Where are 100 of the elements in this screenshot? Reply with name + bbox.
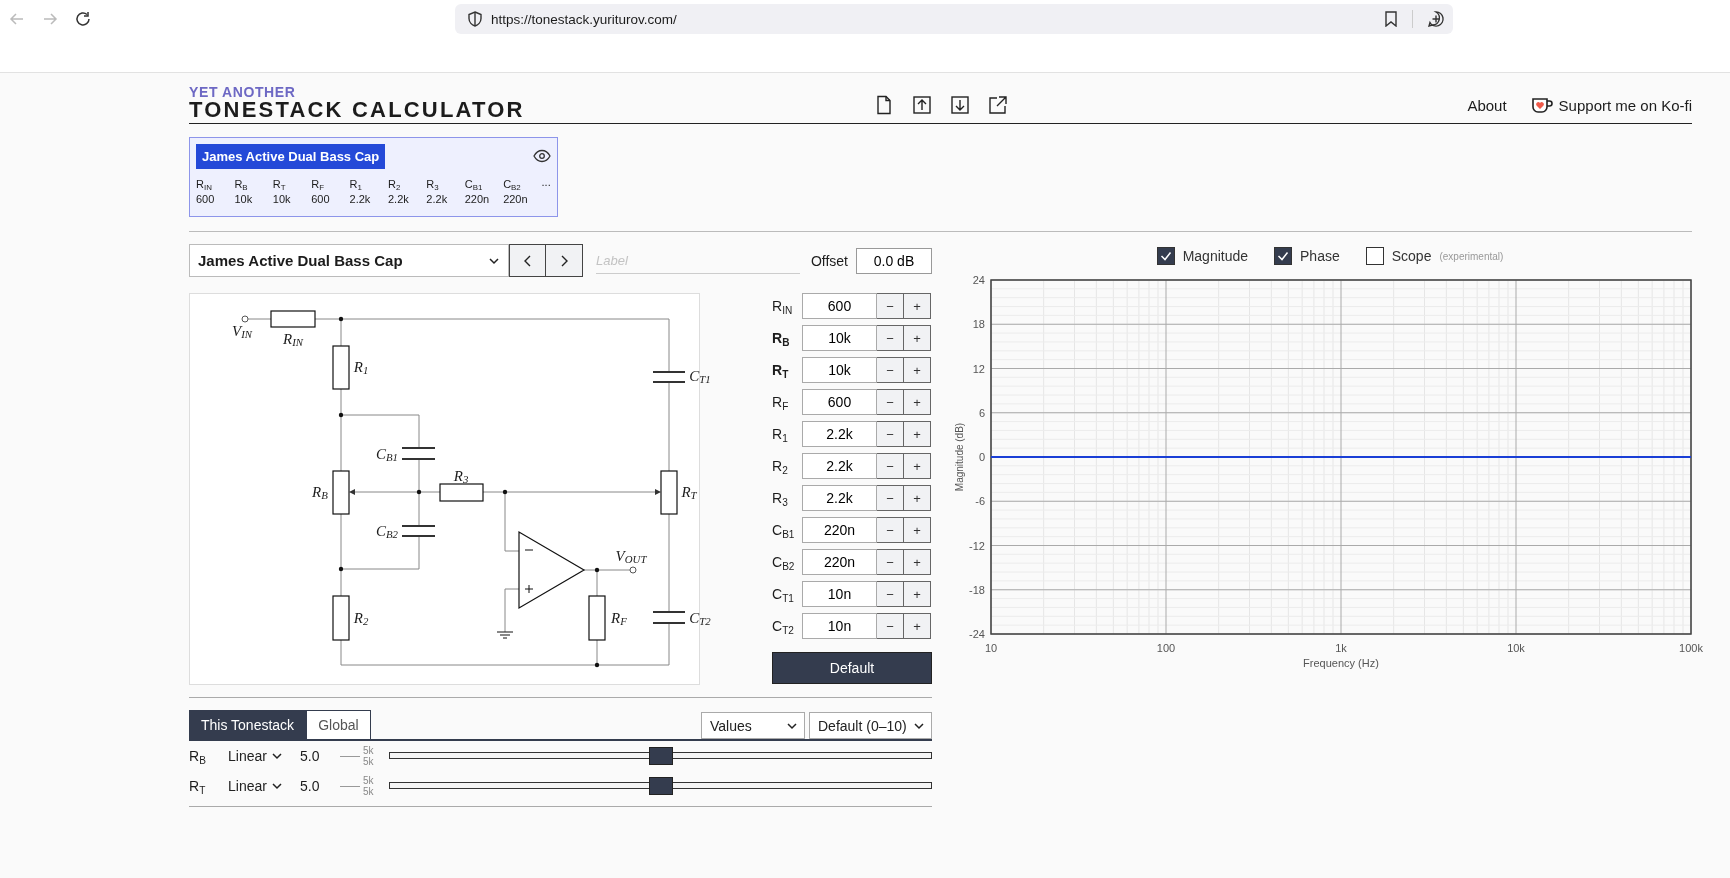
axis-tick-label: -24 — [969, 628, 985, 640]
tab[interactable]: This Tonestack — [189, 710, 307, 739]
preset-param-value: 2.2k — [387, 193, 409, 205]
value-field[interactable]: 10n — [802, 581, 877, 607]
component-label: C$_{T1}$ — [689, 368, 711, 384]
component-label: R$_{B}$ — [312, 484, 328, 500]
decrement-button[interactable]: − — [877, 421, 904, 447]
increment-button[interactable]: + — [904, 581, 931, 607]
preset-param-label: C$_{B2}$ — [503, 178, 521, 190]
part-label: C$_{T2}$ — [772, 617, 795, 638]
check-icon — [1277, 251, 1290, 261]
value-field[interactable]: 2.2k — [802, 421, 877, 447]
axis-tick-label: -18 — [969, 583, 985, 596]
chevron-down-icon — [270, 780, 283, 792]
bookmark-icon[interactable] — [1384, 11, 1398, 27]
shield-icon[interactable] — [467, 11, 483, 27]
previous-button[interactable] — [509, 244, 546, 277]
preset-param-label: R$_{B}$ — [234, 178, 248, 190]
preset-param-label: R$_{1}$ — [349, 178, 362, 190]
increment-button[interactable]: + — [904, 293, 931, 319]
slider-thumb[interactable] — [648, 777, 673, 795]
support-link[interactable]: Support me on Ko-fi — [1530, 96, 1692, 114]
axis-tick-label: 18 — [972, 318, 985, 331]
part-label: R$_{T}$ — [772, 361, 790, 382]
axis-tick-label: 10 — [984, 642, 998, 654]
about-link[interactable]: About — [1467, 96, 1507, 114]
decrement-button[interactable]: − — [877, 293, 904, 319]
increment-button[interactable]: + — [904, 485, 931, 511]
taper-dropdown[interactable]: Linear — [228, 778, 300, 794]
checkbox[interactable] — [1274, 247, 1293, 265]
eye-icon[interactable] — [533, 149, 551, 163]
address-bar[interactable]: https://tonestack.yuriturov.com/ — [455, 4, 1453, 34]
decrement-button[interactable]: − — [877, 517, 904, 543]
download-icon[interactable] — [949, 95, 970, 115]
increment-button[interactable]: + — [904, 421, 931, 447]
reload-icon[interactable] — [74, 10, 92, 28]
preset-dropdown[interactable]: James Active Dual Bass Cap — [189, 244, 509, 277]
axis-tick-label: 10k — [1507, 642, 1525, 654]
logo-title: TONESTACK CALCULATOR — [189, 98, 525, 120]
slider[interactable] — [389, 746, 932, 766]
value-field[interactable]: 10k — [802, 357, 877, 383]
value-field[interactable]: 600 — [802, 389, 877, 415]
decrement-button[interactable]: − — [877, 389, 904, 415]
value-field[interactable]: 600 — [802, 293, 877, 319]
axis-tick-label: 0 — [978, 451, 985, 463]
value-field[interactable]: 2.2k — [802, 453, 877, 479]
increment-button[interactable]: + — [904, 613, 931, 639]
check-icon — [1159, 251, 1172, 261]
increment-button[interactable]: + — [904, 325, 931, 351]
part-label: R$_{2}$ — [772, 457, 789, 478]
chat-icon[interactable] — [1427, 10, 1445, 28]
increment-button[interactable]: + — [904, 453, 931, 479]
preset-param-value: 600 — [196, 193, 215, 205]
decrement-button[interactable]: − — [877, 453, 904, 479]
value-field[interactable]: 220n — [802, 517, 877, 543]
component-label: C$_{B2}$ — [376, 523, 398, 539]
part-label: C$_{B2}$ — [772, 553, 796, 574]
checkbox-label: Phase — [1300, 248, 1340, 264]
component-label: R$_{2}$ — [353, 610, 369, 626]
value-field[interactable]: 220n — [802, 549, 877, 575]
increment-button[interactable]: + — [904, 389, 931, 415]
decrement-button[interactable]: − — [877, 357, 904, 383]
axis-tick-label: 100 — [1156, 642, 1176, 654]
dropdown[interactable]: Default (0–10) — [809, 712, 932, 739]
increment-button[interactable]: + — [904, 517, 931, 543]
chevron-down-icon — [270, 750, 283, 762]
preset-param-label: C$_{B1}$ — [464, 178, 483, 190]
value-field[interactable]: 2.2k — [802, 485, 877, 511]
decrement-button[interactable]: − — [877, 613, 904, 639]
preset-param-value: 10k — [272, 193, 291, 205]
checkbox[interactable] — [1365, 247, 1384, 265]
preset-card[interactable]: James Active Dual Bass Cap R$_{IN}$ 600 R$_{B}$ 10k R$_{T}$ 10k R$_{F}$ 600 R$_{1}$ 2.2k R$_{2}$ 2.2k R$_{3}$ 2.2k C$_{B1}$ 220n C$_{B2}$ 220n ... — [189, 137, 558, 217]
dropdown[interactable]: Values — [701, 712, 805, 739]
preset-param-value: 2.2k — [349, 193, 371, 205]
axis-tick-label: 1k — [1335, 642, 1347, 654]
next-button[interactable] — [546, 244, 583, 277]
decrement-button[interactable]: − — [877, 581, 904, 607]
decrement-button[interactable]: − — [877, 325, 904, 351]
pot-reading: 5.0 — [300, 748, 321, 764]
taper-dropdown[interactable]: Linear — [228, 748, 300, 764]
checkbox-label: Scope — [1391, 248, 1432, 264]
checkbox[interactable] — [1156, 247, 1175, 265]
decrement-button[interactable]: − — [877, 549, 904, 575]
increment-button[interactable]: + — [904, 357, 931, 383]
tab[interactable]: Global — [306, 710, 371, 739]
axis-tick-label: 100k — [1679, 642, 1703, 654]
value-field[interactable]: 10k — [802, 325, 877, 351]
upload-icon[interactable] — [911, 95, 932, 115]
external-link-icon[interactable] — [987, 95, 1008, 115]
offset-field[interactable]: 0.0 dB — [856, 247, 932, 274]
resistance-value: 5k — [363, 775, 374, 786]
preset-param-label: R$_{IN}$ — [196, 178, 212, 190]
slider[interactable] — [389, 776, 932, 796]
slider-thumb[interactable] — [648, 747, 673, 765]
checkbox-note: (experimental) — [1439, 250, 1504, 262]
decrement-button[interactable]: − — [877, 485, 904, 511]
component-label: C$_{B1}$ — [376, 446, 398, 462]
default-button[interactable]: Default — [772, 652, 932, 684]
value-field[interactable]: 10n — [802, 613, 877, 639]
increment-button[interactable]: + — [904, 549, 931, 575]
